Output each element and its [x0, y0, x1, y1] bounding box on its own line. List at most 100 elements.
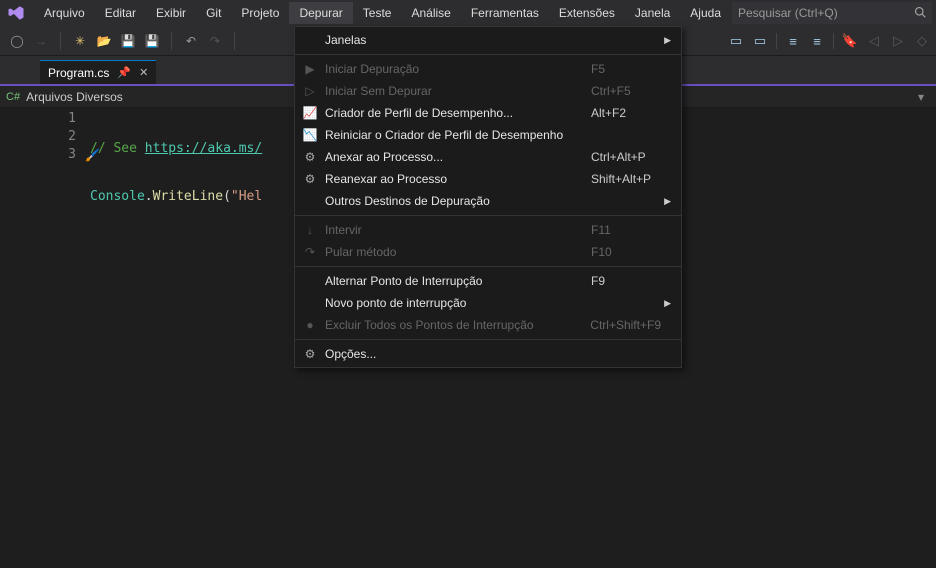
vs-logo-icon	[4, 3, 28, 23]
menu-item-label: Excluir Todos os Pontos de Interrupção	[325, 318, 580, 332]
bookmark-next-icon[interactable]: ▷	[890, 33, 906, 49]
menu-item-shortcut: Alt+F2	[581, 106, 661, 120]
attach-icon: ⚙	[301, 149, 319, 165]
menu-item-shortcut: F9	[581, 274, 661, 288]
separator	[60, 32, 61, 50]
save-icon[interactable]: 💾	[119, 32, 137, 50]
tool-icon[interactable]: ▭	[752, 33, 768, 49]
line-number: 1	[0, 110, 76, 128]
menu-item-label: Janelas	[325, 33, 581, 47]
menu-projeto[interactable]: Projeto	[231, 2, 289, 24]
play-outline-icon: ▷	[301, 83, 319, 99]
perf-re-icon: 📉	[301, 127, 319, 143]
menu-exibir[interactable]: Exibir	[146, 2, 196, 24]
menu-item-label: Alternar Ponto de Interrupção	[325, 274, 581, 288]
code-method: WriteLine	[153, 189, 223, 204]
undo-icon[interactable]: ↶	[182, 32, 200, 50]
breadcrumb-label[interactable]: Arquivos Diversos	[26, 90, 123, 104]
gear-icon: ⚙	[301, 346, 319, 362]
pin-icon[interactable]: 📌	[117, 66, 131, 79]
document-tab-program[interactable]: Program.cs 📌 ✕	[40, 60, 156, 84]
menu-item-shortcut: F5	[581, 62, 661, 76]
code-link[interactable]: https://aka.ms/	[145, 141, 262, 156]
menu-item-anexar-ao-processo[interactable]: ⚙Anexar ao Processo...Ctrl+Alt+P	[295, 146, 681, 168]
line-number: 3	[0, 146, 76, 164]
bookmark-clear-icon[interactable]: ◇	[914, 33, 930, 49]
blank-icon	[301, 193, 319, 209]
menu-item-label: Outros Destinos de Depuração	[325, 194, 581, 208]
nav-back-icon[interactable]: ◯	[8, 32, 26, 50]
save-all-icon[interactable]: 💾	[143, 32, 161, 50]
bookmark-icon[interactable]: 🔖	[842, 33, 858, 49]
menu-item-reiniciar-o-criador-de-perfil-de-desempenho[interactable]: 📉 Reiniciar o Criador de Perfil de Desemp…	[295, 124, 681, 146]
indent-icon[interactable]: ≡	[809, 33, 825, 49]
menu-item-label: Opções...	[325, 347, 581, 361]
menu-item-label: Pular método	[325, 245, 581, 259]
menu-item-label: Intervir	[325, 223, 581, 237]
separator	[776, 33, 777, 49]
menu-item-outros-destinos-de-depura-o[interactable]: Outros Destinos de Depuração▶	[295, 190, 681, 212]
csharp-file-icon: C#	[6, 91, 20, 103]
tool-icon[interactable]: ▭	[728, 33, 744, 49]
menu-item-shortcut: Ctrl+F5	[581, 84, 661, 98]
menu-item-label: Reanexar ao Processo	[325, 172, 581, 186]
debug-menu-dropdown: Janelas▶▶Iniciar DepuraçãoF5▷Iniciar Sem…	[294, 26, 682, 368]
menu-item-label: Anexar ao Processo...	[325, 150, 581, 164]
step-over-icon: ↷	[301, 244, 319, 260]
screwdriver-icon[interactable]: 🖌️	[85, 148, 100, 162]
step-in-icon: ↓	[301, 222, 319, 238]
menu-janela[interactable]: Janela	[625, 2, 680, 24]
menu-item-label: Reiniciar o Criador de Perfil de Desempe…	[325, 128, 581, 142]
bookmark-prev-icon[interactable]: ◁	[866, 33, 882, 49]
code-type: Console	[90, 189, 145, 204]
redo-icon[interactable]: ↷	[206, 32, 224, 50]
menu-separator	[295, 339, 681, 340]
code-area[interactable]: // See https://aka.ms/ Console.WriteLine…	[90, 108, 262, 568]
menu-item-label: Iniciar Sem Depurar	[325, 84, 581, 98]
separator	[234, 32, 235, 50]
menu-ferramentas[interactable]: Ferramentas	[461, 2, 549, 24]
blank-icon	[301, 32, 319, 48]
submenu-arrow-icon: ▶	[661, 298, 671, 309]
menu-item-iniciar-depura-o: ▶Iniciar DepuraçãoF5	[295, 58, 681, 80]
new-item-icon[interactable]: ✳	[71, 32, 89, 50]
menu-teste[interactable]: Teste	[353, 2, 402, 24]
menu-item-op-es[interactable]: ⚙ Opções...	[295, 343, 681, 365]
menu-bar: ArquivoEditarExibirGitProjetoDepurarTest…	[0, 0, 936, 26]
menu-item-novo-ponto-de-interrup-o[interactable]: Novo ponto de interrupção▶	[295, 292, 681, 314]
menu-item-shortcut: F10	[581, 245, 661, 259]
menu-separator	[295, 266, 681, 267]
menu-separator	[295, 215, 681, 216]
menu-item-reanexar-ao-processo[interactable]: ⚙ Reanexar ao ProcessoShift+Alt+P	[295, 168, 681, 190]
nav-fwd-icon[interactable]: →	[32, 32, 50, 50]
menu-extensões[interactable]: Extensões	[549, 2, 625, 24]
close-icon[interactable]: ✕	[139, 66, 148, 79]
search-box[interactable]: Pesquisar (Ctrl+Q)	[732, 2, 932, 24]
blank-icon	[301, 295, 319, 311]
menu-item-shortcut: F11	[581, 223, 661, 237]
menu-arquivo[interactable]: Arquivo	[34, 2, 95, 24]
menu-editar[interactable]: Editar	[95, 2, 146, 24]
menu-item-alternar-ponto-de-interrup-o[interactable]: Alternar Ponto de InterrupçãoF9	[295, 270, 681, 292]
breadcrumb-dropdown-icon[interactable]: ▾	[912, 90, 930, 104]
menu-item-shortcut: Shift+Alt+P	[581, 172, 661, 186]
attach-re-icon: ⚙	[301, 171, 319, 187]
menu-análise[interactable]: Análise	[401, 2, 460, 24]
menu-git[interactable]: Git	[196, 2, 231, 24]
menu-item-criador-de-perfil-de-desempenho[interactable]: 📈Criador de Perfil de Desempenho...Alt+F…	[295, 102, 681, 124]
line-number: 2	[0, 128, 76, 146]
line-gutter: 1 2 3	[0, 108, 90, 568]
menu-item-janelas[interactable]: Janelas▶	[295, 29, 681, 51]
perf-icon: 📈	[301, 105, 319, 121]
menu-depurar[interactable]: Depurar	[289, 2, 352, 24]
tab-title: Program.cs	[48, 66, 109, 80]
search-placeholder: Pesquisar (Ctrl+Q)	[738, 6, 838, 20]
menu-item-iniciar-sem-depurar: ▷ Iniciar Sem DepurarCtrl+F5	[295, 80, 681, 102]
separator	[171, 32, 172, 50]
search-icon	[914, 6, 926, 21]
blank-icon	[301, 273, 319, 289]
code-string: "Hel	[231, 189, 262, 204]
indent-icon[interactable]: ≡	[785, 33, 801, 49]
menu-ajuda[interactable]: Ajuda	[680, 2, 731, 24]
open-folder-icon[interactable]: 📂	[95, 32, 113, 50]
